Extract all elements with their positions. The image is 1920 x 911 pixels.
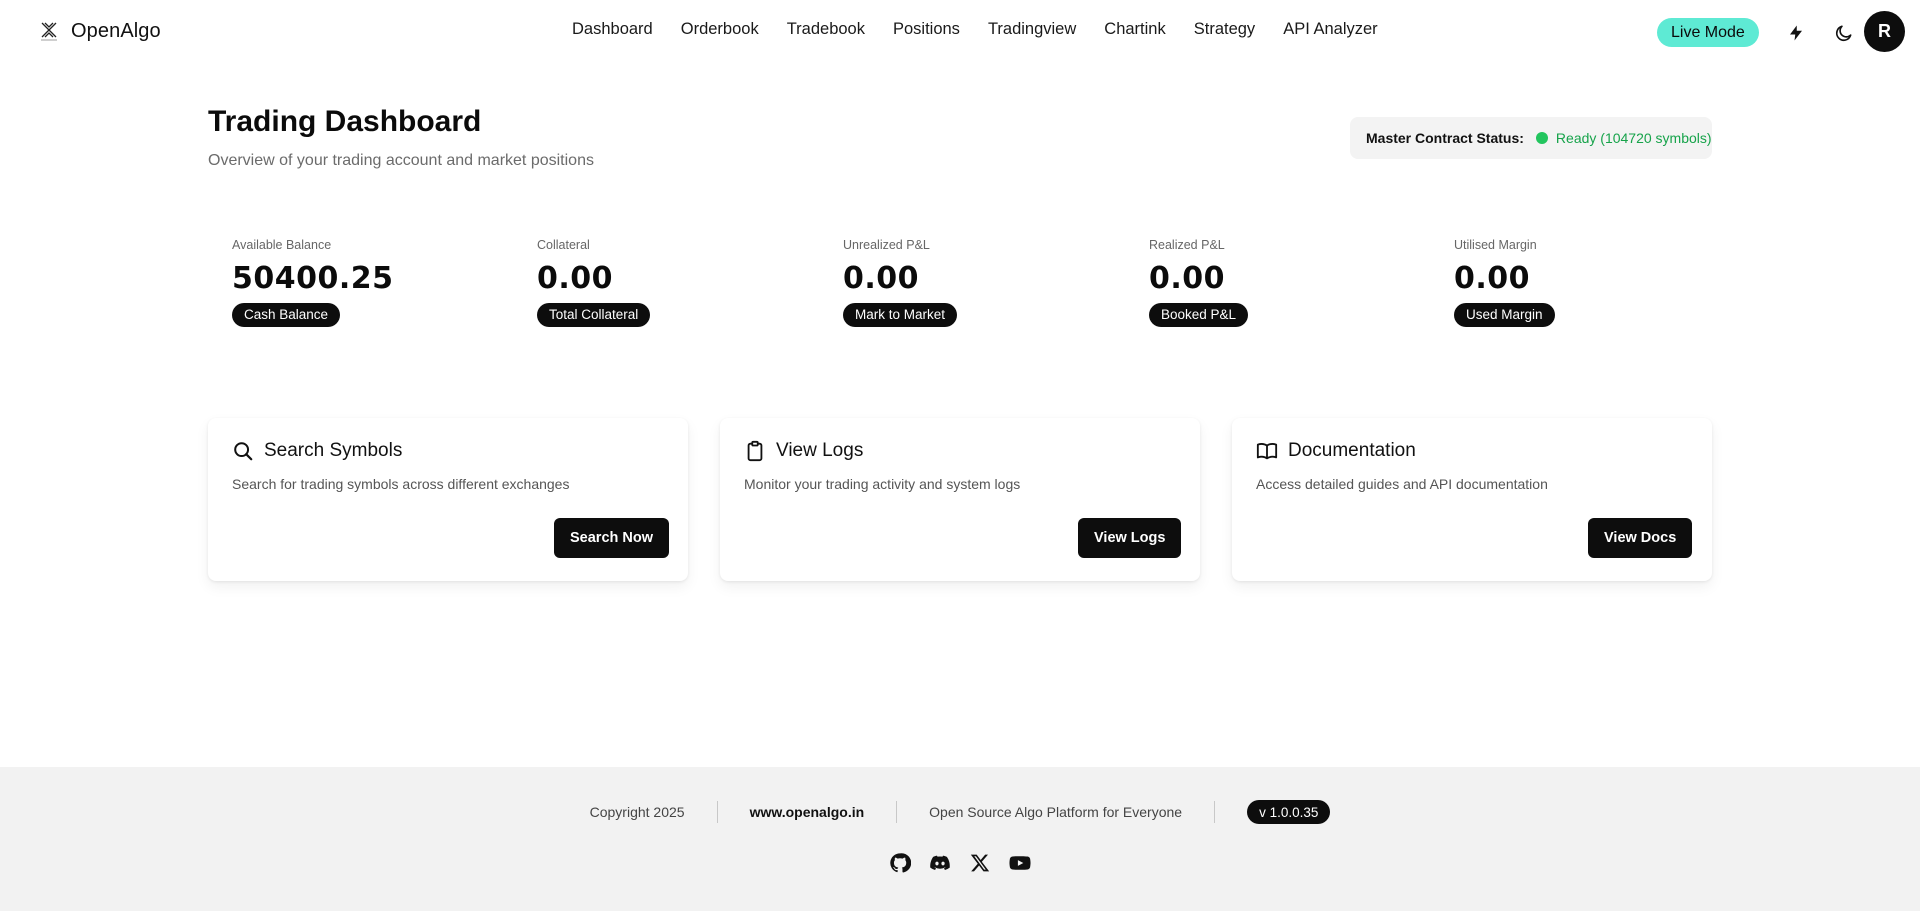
live-mode-badge[interactable]: Live Mode (1657, 18, 1759, 47)
card-search-symbols: Search Symbols Search for trading symbol… (208, 418, 688, 581)
stat-label: Unrealized P&L (843, 238, 930, 252)
stat-collateral: Collateral 0.00 Total Collateral (537, 238, 787, 327)
stat-label: Available Balance (232, 238, 332, 252)
status-text: Ready (104720 symbols) (1555, 130, 1712, 146)
avatar[interactable]: R (1864, 11, 1905, 52)
youtube-icon[interactable] (1008, 851, 1032, 875)
stat-available-balance: Available Balance 50400.25 Cash Balance (232, 238, 482, 327)
top-navbar: OpenAlgo Dashboard Orderbook Tradebook P… (0, 0, 1920, 64)
moon-icon[interactable] (1829, 18, 1859, 48)
card-title: View Logs (776, 440, 864, 461)
stat-label: Realized P&L (1149, 238, 1225, 252)
discord-icon[interactable] (928, 851, 952, 875)
card-description: Search for trading symbols across differ… (232, 476, 570, 492)
card-description: Monitor your trading activity and system… (744, 476, 1021, 492)
lightning-icon[interactable] (1781, 18, 1811, 48)
footer-divider (1214, 801, 1216, 823)
card-header: Search Symbols (232, 440, 402, 462)
master-contract-status: Master Contract Status: Ready (104720 sy… (1350, 117, 1712, 159)
stat-label: Utilised Margin (1454, 238, 1537, 252)
page-subtitle: Overview of your trading account and mar… (208, 152, 594, 169)
nav-link-api-analyzer[interactable]: API Analyzer (1283, 20, 1377, 39)
stat-value: 0.00 (1454, 261, 1531, 296)
clipboard-icon (747, 440, 763, 462)
footer-copyright: Copyright 2025 (589, 804, 685, 820)
view-docs-button[interactable]: View Docs (1588, 518, 1693, 558)
brand-name: OpenAlgo (71, 19, 161, 42)
card-header: Documentation (1256, 440, 1416, 462)
search-icon (234, 442, 253, 461)
stat-value: 0.00 (1149, 261, 1226, 296)
nav-link-tradebook[interactable]: Tradebook (787, 20, 865, 39)
status-dot (1535, 132, 1548, 144)
brand[interactable]: OpenAlgo (37, 19, 161, 43)
version-badge: v 1.0.0.35 (1247, 800, 1331, 824)
footer-divider (896, 801, 898, 823)
footer: Copyright 2025 www.openalgo.in Open Sour… (0, 767, 1920, 911)
stat-utilised-margin: Utilised Margin 0.00 Used Margin (1454, 238, 1704, 327)
search-now-button[interactable]: Search Now (554, 518, 669, 558)
footer-row: Copyright 2025 www.openalgo.in Open Sour… (0, 800, 1920, 824)
nav-link-dashboard[interactable]: Dashboard (572, 20, 653, 39)
stat-value: 50400.25 (232, 261, 394, 296)
stat-unrealized-pnl: Unrealized P&L 0.00 Mark to Market (843, 238, 1093, 327)
github-icon[interactable] (888, 851, 912, 875)
nav-link-chartink[interactable]: Chartink (1104, 20, 1165, 39)
view-logs-button[interactable]: View Logs (1078, 518, 1182, 558)
openalgo-logo-icon (41, 22, 57, 41)
stat-badge: Total Collateral (537, 303, 651, 327)
card-documentation: Documentation Access detailed guides and… (1232, 418, 1712, 581)
stat-badge: Cash Balance (232, 303, 341, 327)
card-title: Documentation (1288, 440, 1416, 461)
nav-link-positions[interactable]: Positions (893, 20, 960, 39)
stat-label: Collateral (537, 238, 590, 252)
status-label: Master Contract Status: (1366, 130, 1524, 146)
stat-badge: Booked P&L (1149, 303, 1249, 327)
card-view-logs: View Logs Monitor your trading activity … (720, 418, 1200, 581)
nav-link-strategy[interactable]: Strategy (1194, 20, 1255, 39)
stat-realized-pnl: Realized P&L 0.00 Booked P&L (1149, 238, 1399, 327)
page-title: Trading Dashboard (208, 105, 482, 138)
stat-value: 0.00 (537, 261, 614, 296)
nav-link-tradingview[interactable]: Tradingview (988, 20, 1076, 39)
card-description: Access detailed guides and API documenta… (1256, 476, 1548, 492)
footer-tagline: Open Source Algo Platform for Everyone (929, 804, 1183, 820)
book-icon (1256, 443, 1278, 460)
social-icons (0, 851, 1920, 875)
stat-badge: Used Margin (1454, 303, 1555, 327)
card-title: Search Symbols (264, 440, 403, 461)
stat-badge: Mark to Market (843, 303, 958, 327)
nav-link-orderbook[interactable]: Orderbook (681, 20, 759, 39)
card-header: View Logs (744, 440, 863, 462)
nav-links: Dashboard Orderbook Tradebook Positions … (572, 20, 1378, 39)
footer-website-link[interactable]: www.openalgo.in (750, 804, 865, 820)
stat-value: 0.00 (843, 261, 920, 296)
footer-divider (716, 801, 718, 823)
x-icon[interactable] (968, 851, 992, 875)
